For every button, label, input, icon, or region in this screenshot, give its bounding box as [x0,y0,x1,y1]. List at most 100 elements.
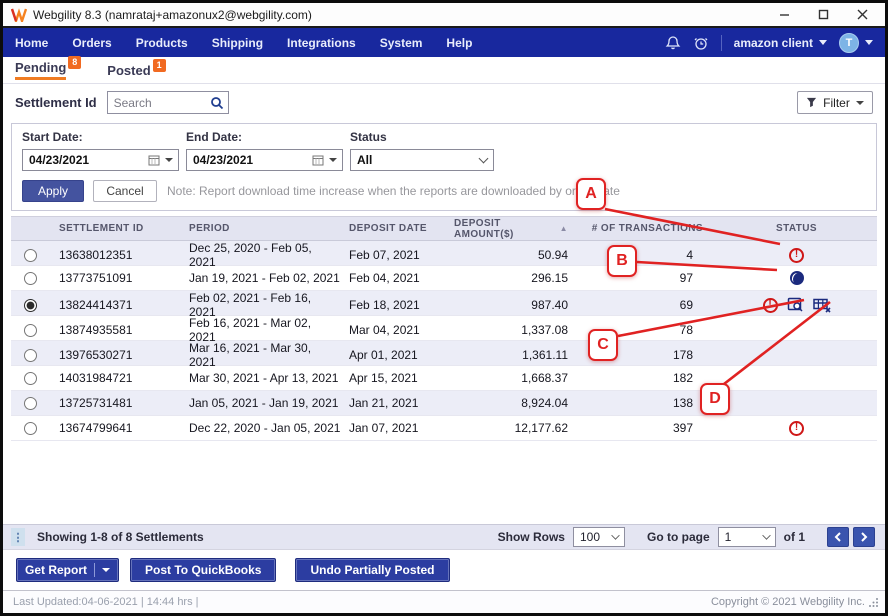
menu-system[interactable]: System [380,36,423,50]
menu-integrations[interactable]: Integrations [287,36,356,50]
previous-page-button[interactable] [827,527,849,547]
minimize-button[interactable] [778,8,791,21]
column-period[interactable]: PERIOD [181,223,341,234]
goto-page-select[interactable]: 1 [718,527,776,547]
period-cell: Mar 16, 2021 - Mar 30, 2021 [181,341,341,369]
table-row[interactable]: 13674799641 Dec 22, 2020 - Jan 05, 2021 … [11,416,877,441]
error-status-icon[interactable]: ! [789,248,804,263]
scheduler-clock-icon[interactable] [693,35,709,51]
show-rows-label: Show Rows [498,530,565,544]
avatar: T [839,33,859,53]
settlement-id-cell: 13976530271 [51,348,181,362]
end-date-picker[interactable]: 04/23/2021 [186,149,343,171]
start-date-picker[interactable]: 04/23/2021 [22,149,179,171]
annotation-badge-c: C [588,329,618,361]
table-row[interactable]: 13874935581 Feb 16, 2021 - Mar 02, 2021 … [11,316,877,341]
settlement-radio[interactable] [24,349,37,362]
column-deposit-amount[interactable]: DEPOSIT AMOUNT($) ▲ [446,218,581,240]
annotation-badge-b: B [607,245,637,277]
column-status[interactable]: STATUS [716,223,877,234]
settlement-radio[interactable] [24,372,37,385]
period-cell: Dec 22, 2020 - Jan 05, 2021 [181,421,341,435]
annotation-badge-d: D [700,383,730,415]
client-selector-dropdown[interactable]: amazon client [734,36,827,50]
settlement-search-input[interactable] [114,96,210,110]
table-row[interactable]: 14031984721 Mar 30, 2021 - Apr 13, 2021 … [11,366,877,391]
column-deposit-amount-label: DEPOSIT AMOUNT($) [454,218,556,240]
table-header: SETTLEMENT ID PERIOD DEPOSIT DATE DEPOSI… [11,216,877,241]
menu-products[interactable]: Products [136,36,188,50]
period-cell: Dec 25, 2020 - Feb 05, 2021 [181,241,341,269]
menu-help[interactable]: Help [446,36,472,50]
settlement-radio[interactable] [24,299,37,312]
settlement-id-cell: 13674799641 [51,421,181,435]
table-row[interactable]: 13976530271 Mar 16, 2021 - Mar 30, 2021 … [11,341,877,366]
transactions-cell: 138 [581,396,716,410]
error-status-icon[interactable]: ! [789,421,804,436]
status-filter-select[interactable]: All [350,149,494,171]
page-total-label: of 1 [784,530,805,544]
undo-partially-posted-button[interactable]: Undo Partially Posted [295,558,449,582]
table-row[interactable]: 13725731481 Jan 05, 2021 - Jan 19, 2021 … [11,391,877,416]
chevron-down-icon [819,40,827,45]
table-row[interactable]: 13638012351 Dec 25, 2020 - Feb 05, 2021 … [11,241,877,266]
tab-posted[interactable]: Posted 1 [107,63,165,83]
resize-grip-icon[interactable] [869,597,879,607]
tab-pending[interactable]: Pending 8 [15,60,81,83]
user-avatar-dropdown[interactable]: T [839,33,873,53]
settlement-radio[interactable] [24,422,37,435]
chevron-right-icon [860,532,868,542]
partially-posted-status-icon[interactable] [789,270,805,286]
menu-divider [721,35,722,51]
filter-button-label: Filter [823,96,850,110]
maximize-button[interactable] [817,8,830,21]
search-icon[interactable] [210,96,224,110]
preview-report-icon[interactable] [787,297,804,313]
sort-ascending-icon: ▲ [560,224,568,233]
chevron-down-icon [102,568,110,572]
error-status-icon[interactable]: ! [763,298,778,313]
column-settlement-id[interactable]: SETTLEMENT ID [51,223,181,234]
period-cell: Feb 16, 2021 - Mar 02, 2021 [181,316,341,344]
transactions-cell: 97 [581,271,716,285]
column-transactions[interactable]: # OF TRANSACTIONS [581,223,716,234]
action-buttons-bar: Get Report Post To QuickBooks Undo Parti… [3,550,885,590]
get-report-button[interactable]: Get Report [16,558,119,582]
menu-home[interactable]: Home [15,36,48,50]
cancel-button[interactable]: Cancel [93,180,157,202]
settlement-radio[interactable] [24,324,37,337]
end-date-value: 04/23/2021 [193,153,312,167]
posting-details-table-icon[interactable] [813,297,831,313]
filter-button[interactable]: Filter [797,91,873,114]
table-row[interactable]: 13773751091 Jan 19, 2021 - Feb 02, 2021 … [11,266,877,291]
settlement-id-cell: 13773751091 [51,271,181,285]
menu-orders[interactable]: Orders [72,36,111,50]
show-rows-select[interactable]: 100 [573,527,625,547]
apply-button[interactable]: Apply [22,180,84,202]
transactions-cell: 182 [581,371,716,385]
deposit-date-cell: Feb 04, 2021 [341,271,446,285]
deposit-amount-cell: 296.15 [446,271,581,285]
deposit-date-cell: Jan 07, 2021 [341,421,446,435]
table-row[interactable]: 13824414371 Feb 02, 2021 - Feb 16, 2021 … [11,291,877,316]
menu-shipping[interactable]: Shipping [212,36,263,50]
chevron-down-icon [865,40,873,45]
tab-posted-label: Posted [107,63,150,80]
show-rows-value: 100 [580,530,600,544]
column-deposit-date[interactable]: DEPOSIT DATE [341,223,446,234]
close-button[interactable] [856,8,869,21]
notifications-bell-icon[interactable] [665,35,681,51]
filter-panel: Start Date: 04/23/2021 End Date: [11,123,877,211]
settlement-radio[interactable] [24,272,37,285]
transactions-cell: 397 [581,421,716,435]
grip-handle-icon[interactable]: ⋮ [11,528,25,546]
deposit-amount-cell: 1,337.08 [446,323,581,337]
settlement-radio[interactable] [24,397,37,410]
period-cell: Mar 30, 2021 - Apr 13, 2021 [181,371,341,385]
search-toolbar: Settlement Id Filter [3,84,885,121]
status-bar: Last Updated:04-06-2021 | 14:44 hrs | Co… [3,590,885,613]
pagination-bar: ⋮ Showing 1-8 of 8 Settlements Show Rows… [3,524,885,550]
settlement-radio[interactable] [24,249,37,262]
post-to-quickbooks-button[interactable]: Post To QuickBooks [130,558,276,582]
next-page-button[interactable] [853,527,875,547]
